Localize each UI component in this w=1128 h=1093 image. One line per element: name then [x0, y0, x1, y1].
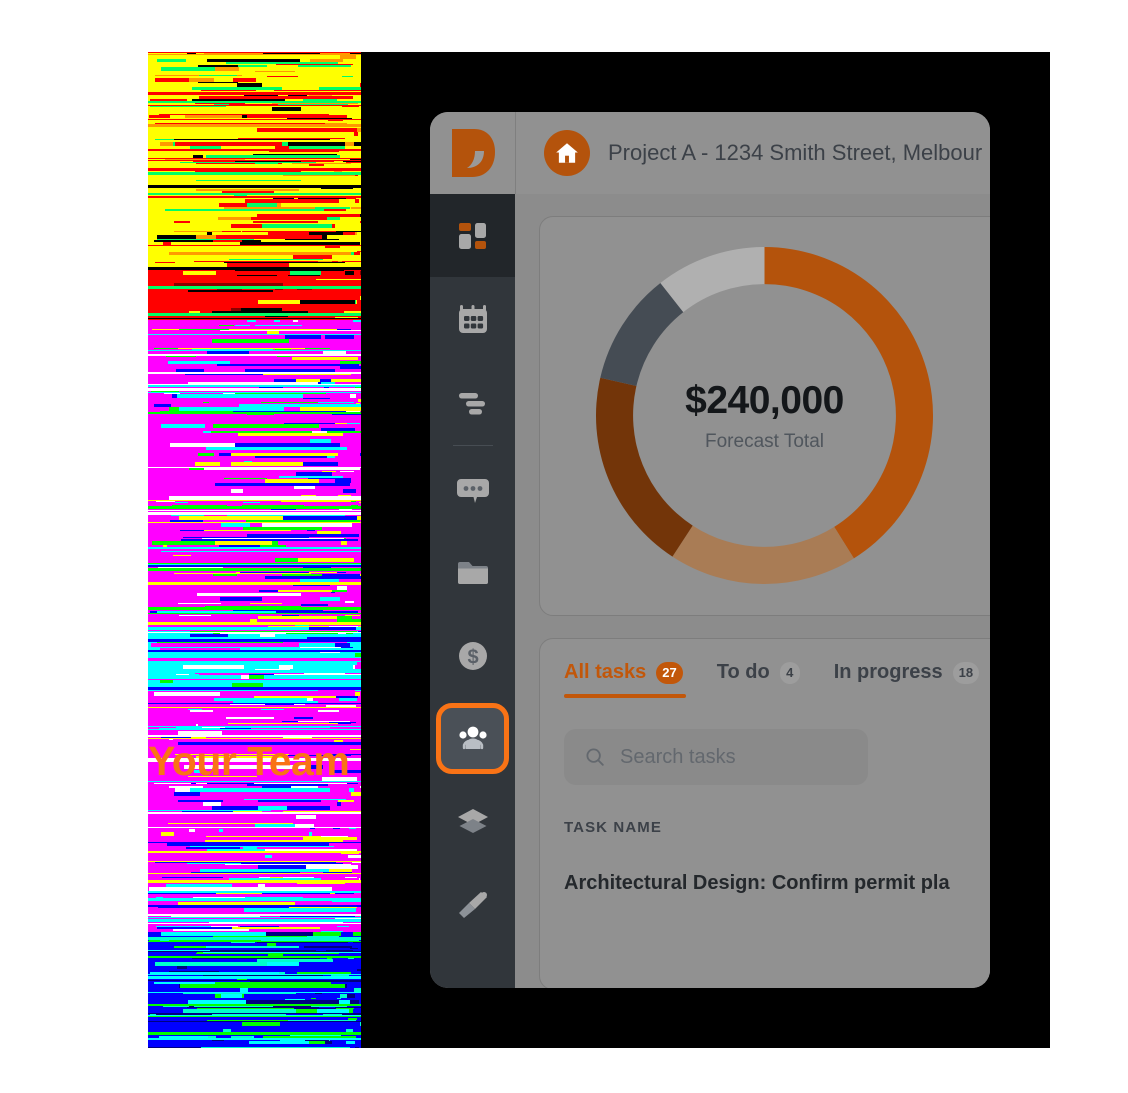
task-tabs: All tasks 27 To do 4 In progress 18: [564, 661, 990, 709]
calendar-icon: [458, 304, 487, 333]
people-group-icon: [458, 726, 487, 749]
sidebar-item-tasks[interactable]: [430, 360, 515, 443]
sidebar-item-messages[interactable]: [430, 448, 515, 531]
layers-stack-icon: [457, 808, 488, 833]
header-main: Project A - 1234 Smith Street, Melbour: [516, 112, 990, 194]
main-content: $240,000 Forecast Total All tasks 27 To …: [515, 194, 990, 988]
sidebar-item-calendar[interactable]: [430, 277, 515, 360]
tab-all-tasks-label: All tasks: [564, 661, 647, 683]
search-input[interactable]: Search tasks: [564, 729, 868, 785]
tasks-card: All tasks 27 To do 4 In progress 18 Sear…: [539, 638, 990, 988]
page-title: Project A - 1234 Smith Street, Melbour: [608, 140, 983, 165]
tab-in-progress-label: In progress: [833, 661, 943, 683]
forecast-total-label: Forecast Total: [705, 430, 824, 452]
donut-center-label: $240,000 Forecast Total: [596, 247, 933, 584]
search-icon: [586, 748, 604, 766]
chat-bubble-icon: [456, 478, 489, 503]
sidebar-divider: [452, 445, 493, 446]
forecast-total-value: $240,000: [685, 378, 844, 422]
app-header: Project A - 1234 Smith Street, Melbour: [430, 112, 990, 194]
search-placeholder: Search tasks: [620, 745, 736, 768]
folder-icon: [457, 561, 488, 584]
forecast-donut-chart: $240,000 Forecast Total: [596, 247, 933, 584]
tab-in-progress-count: 18: [952, 661, 980, 684]
tab-all-tasks[interactable]: All tasks 27: [564, 661, 686, 698]
sidebar-item-trades[interactable]: [430, 863, 515, 946]
paint-brush-icon: [458, 891, 487, 918]
sidebar-item-dashboard[interactable]: [430, 194, 515, 277]
home-icon[interactable]: [544, 130, 590, 176]
sidebar-item-team[interactable]: [430, 697, 515, 780]
dollar-circle-icon: $: [458, 641, 487, 670]
column-header-task-name: TASK NAME: [564, 819, 662, 836]
glitch-canvas: [148, 52, 361, 1048]
svg-text:$: $: [467, 646, 478, 668]
forecast-card: $240,000 Forecast Total: [539, 216, 990, 616]
tab-in-progress[interactable]: In progress 18: [833, 661, 980, 698]
sidebar-nav: $: [430, 194, 515, 988]
tab-to-do[interactable]: To do 4: [717, 661, 800, 698]
window-body: $ $240,000 Forecast Total All tasks 27 T…: [430, 194, 990, 988]
tab-to-do-label: To do: [716, 661, 770, 683]
glitch-static-strip: [148, 52, 361, 1048]
sidebar-item-selections[interactable]: [430, 780, 515, 863]
brandname-b-logo-icon: [451, 129, 495, 177]
tab-active-underline: [564, 694, 686, 698]
sidebar-item-finance[interactable]: $: [430, 614, 515, 697]
dashboard-grid-icon: [458, 222, 486, 249]
table-row[interactable]: Architectural Design: Confirm permit pla: [564, 872, 990, 895]
gantt-tasks-icon: [458, 392, 485, 414]
app-window: Project A - 1234 Smith Street, Melbour $…: [430, 112, 990, 988]
tab-all-tasks-count: 27: [656, 661, 683, 684]
tab-to-do-count: 4: [779, 661, 800, 684]
home-glyph-icon: [556, 143, 578, 163]
brand-cell[interactable]: [430, 112, 516, 194]
sidebar-item-files[interactable]: [430, 531, 515, 614]
